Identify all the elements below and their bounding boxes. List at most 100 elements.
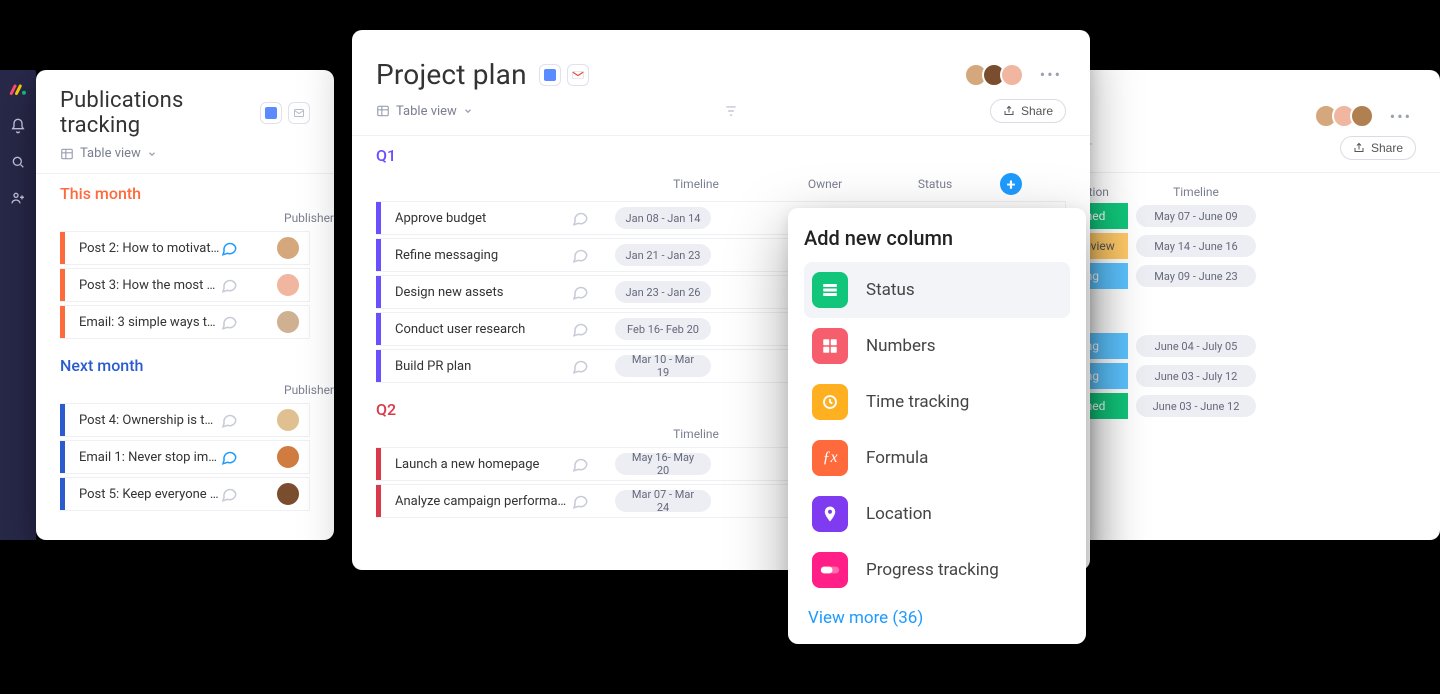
- chat-icon[interactable]: [220, 276, 238, 294]
- item-name: Post 5: Keep everyone in the loop: [65, 487, 220, 502]
- invite-icon[interactable]: [10, 190, 26, 206]
- chat-icon[interactable]: [571, 492, 589, 510]
- table-row[interactable]: Post 4: Ownership is the word: [60, 403, 310, 437]
- table-row[interactable]: Email: 3 simple ways to save time: [60, 305, 310, 339]
- item-name: Build PR plan: [381, 359, 571, 374]
- view-switcher[interactable]: Table view: [376, 104, 473, 119]
- chat-icon[interactable]: [220, 485, 238, 503]
- column-type-icon: [812, 328, 848, 364]
- filter-icon[interactable]: [724, 104, 738, 118]
- more-icon[interactable]: •••: [1386, 107, 1416, 126]
- owner-avatar[interactable]: [275, 407, 301, 433]
- timeline-pill[interactable]: Mar 07 - Mar 24: [615, 490, 711, 512]
- column-type-option[interactable]: Location: [804, 486, 1070, 542]
- integration-google-icon[interactable]: [539, 64, 561, 86]
- group-name[interactable]: Q1: [376, 146, 1066, 165]
- column-type-label: Numbers: [866, 336, 936, 356]
- monday-logo-icon: [9, 80, 27, 98]
- timeline-pill[interactable]: Feb 16- Feb 20: [615, 318, 711, 340]
- chat-icon[interactable]: [220, 411, 238, 429]
- column-type-icon: ƒx: [812, 440, 848, 476]
- col-status: Status: [880, 177, 990, 191]
- view-more-link[interactable]: View more (36): [804, 598, 1070, 628]
- col-publisher: Publisher: [284, 211, 334, 225]
- owner-avatar[interactable]: [275, 309, 301, 335]
- owner-avatar[interactable]: [275, 481, 301, 507]
- bell-icon[interactable]: [10, 118, 26, 134]
- column-type-option[interactable]: Status: [804, 262, 1070, 318]
- group-name[interactable]: This month: [60, 184, 310, 203]
- column-type-icon: [812, 552, 848, 588]
- chat-icon[interactable]: [220, 313, 238, 331]
- timeline-pill[interactable]: May 07 - June 09: [1136, 205, 1256, 227]
- item-name: Design new assets: [381, 285, 571, 300]
- col-publisher: Publisher: [284, 383, 334, 397]
- item-name: Approve budget: [381, 211, 571, 226]
- timeline-pill[interactable]: May 09 - June 23: [1136, 265, 1256, 287]
- add-column-popover: Add new column StatusNumbersTime trackin…: [788, 208, 1086, 644]
- chat-icon[interactable]: [571, 246, 589, 264]
- integration-gmail-icon[interactable]: [567, 64, 589, 86]
- column-type-option[interactable]: Time tracking: [804, 374, 1070, 430]
- board-publications: Publications tracking Table view This mo…: [36, 70, 334, 540]
- table-row[interactable]: Post 2: How to motivate your...: [60, 231, 310, 265]
- column-type-icon: [812, 384, 848, 420]
- share-button[interactable]: Share: [990, 99, 1066, 123]
- view-switcher[interactable]: Table view: [60, 146, 157, 161]
- chat-icon[interactable]: [571, 357, 589, 375]
- table-row[interactable]: Post 3: How the most successful...: [60, 268, 310, 302]
- owner-avatar[interactable]: [275, 272, 301, 298]
- more-icon[interactable]: •••: [1036, 65, 1066, 84]
- timeline-pill[interactable]: June 03 - June 12: [1136, 395, 1256, 417]
- chat-icon[interactable]: [571, 209, 589, 227]
- chat-icon[interactable]: [220, 448, 238, 466]
- column-type-option[interactable]: ƒx Formula: [804, 430, 1070, 486]
- timeline-pill[interactable]: May 14 - June 16: [1136, 235, 1256, 257]
- column-type-label: Location: [866, 504, 932, 524]
- timeline-pill[interactable]: June 03 - July 12: [1136, 365, 1256, 387]
- app-rail: [0, 70, 36, 540]
- chat-icon[interactable]: [220, 239, 238, 257]
- owner-avatar[interactable]: [275, 235, 301, 261]
- item-name: Post 2: How to motivate your...: [65, 241, 220, 256]
- timeline-pill[interactable]: Jan 08 - Jan 14: [615, 207, 711, 229]
- item-name: Post 4: Ownership is the word: [65, 413, 220, 428]
- integration-google-icon[interactable]: [260, 102, 282, 124]
- group-name[interactable]: Next month: [60, 356, 310, 375]
- timeline-pill[interactable]: June 04 - July 05: [1136, 335, 1256, 357]
- item-name: Conduct user research: [381, 322, 571, 337]
- item-name: Launch a new homepage: [381, 457, 571, 472]
- col-timeline: Timeline: [622, 177, 770, 191]
- table-row[interactable]: Email 1: Never stop improving: [60, 440, 310, 474]
- column-type-label: Time tracking: [866, 392, 969, 412]
- member-avatar[interactable]: [1350, 104, 1374, 128]
- add-column-button[interactable]: +: [1000, 173, 1022, 195]
- column-type-icon: [812, 272, 848, 308]
- item-name: Email: 3 simple ways to save time: [65, 315, 220, 330]
- item-name: Analyze campaign performance: [381, 494, 571, 509]
- item-name: Email 1: Never stop improving: [65, 450, 220, 465]
- column-type-label: Formula: [866, 448, 928, 468]
- member-avatar[interactable]: [1000, 63, 1024, 87]
- item-name: Post 3: How the most successful...: [65, 278, 220, 293]
- board-members[interactable]: [1320, 104, 1374, 128]
- table-row[interactable]: Post 5: Keep everyone in the loop: [60, 477, 310, 511]
- column-type-option[interactable]: Progress tracking: [804, 542, 1070, 598]
- integration-mail-icon[interactable]: [288, 102, 310, 124]
- chat-icon[interactable]: [571, 455, 589, 473]
- col-owner: Owner: [770, 177, 880, 191]
- board-members[interactable]: [970, 63, 1024, 87]
- timeline-pill[interactable]: Jan 23 - Jan 26: [615, 281, 711, 303]
- timeline-pill[interactable]: Mar 10 - Mar 19: [615, 355, 711, 377]
- chat-icon[interactable]: [571, 283, 589, 301]
- timeline-pill[interactable]: May 16- May 20: [615, 453, 711, 475]
- search-icon[interactable]: [10, 154, 26, 170]
- chat-icon[interactable]: [571, 320, 589, 338]
- board-title: Project plan: [376, 58, 527, 91]
- share-button[interactable]: Share: [1340, 136, 1416, 160]
- column-type-icon: [812, 496, 848, 532]
- board-title: Publications tracking: [60, 88, 248, 138]
- owner-avatar[interactable]: [275, 444, 301, 470]
- timeline-pill[interactable]: Jan 21 - Jan 23: [615, 244, 711, 266]
- column-type-option[interactable]: Numbers: [804, 318, 1070, 374]
